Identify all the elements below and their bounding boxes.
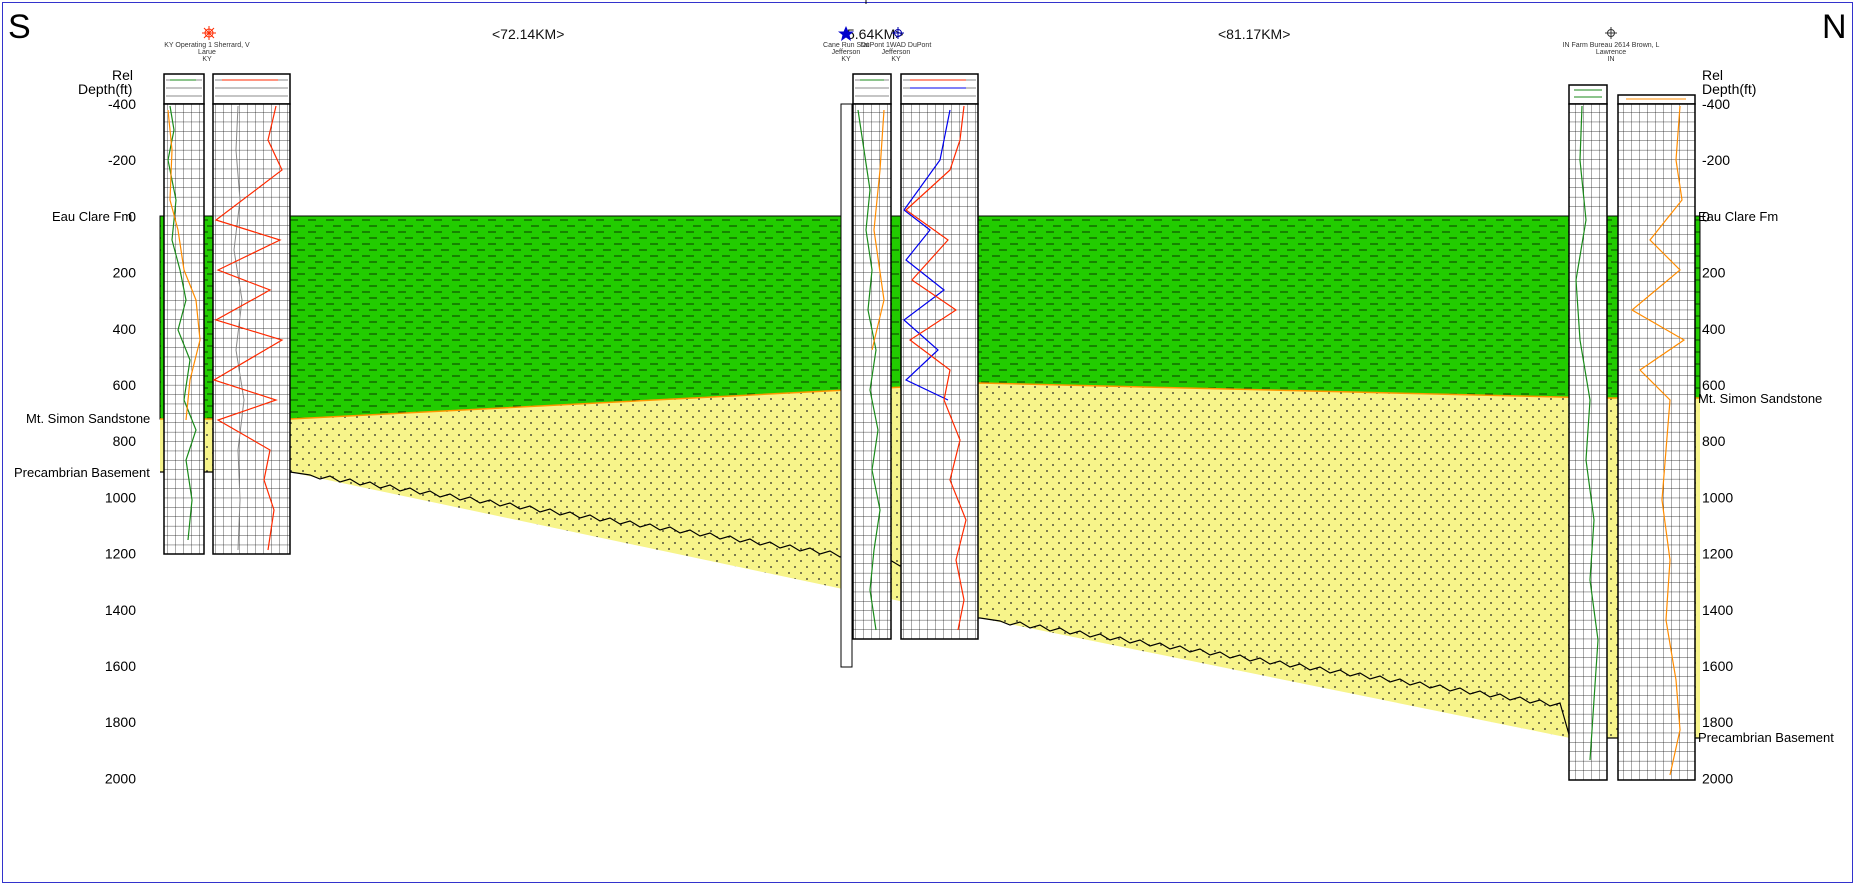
well-1-track2-header — [212, 73, 291, 105]
well-4-county: Lawrence — [1596, 49, 1626, 56]
well-2-depth-track — [840, 103, 853, 668]
left-axis-tick-label: 200 — [113, 265, 137, 281]
south-direction-label: S — [8, 8, 31, 46]
right-axis-title-depth: Depth(ft) — [1702, 81, 1756, 97]
well-4-track1-header — [1568, 84, 1608, 105]
right-axis-tick-label: 2000 — [1702, 770, 1733, 786]
basement-label-left: Precambrian Basement — [14, 465, 150, 480]
distance-label-3: <81.17KM> — [1218, 26, 1290, 42]
well-4-track1 — [1568, 103, 1608, 781]
well-2-track1-header — [852, 73, 892, 105]
well-4-state: IN — [1608, 56, 1615, 63]
right-axis-tick-label: 800 — [1702, 433, 1726, 449]
right-axis-tick-label: 1000 — [1702, 489, 1733, 505]
left-axis-tick-label: 800 — [113, 433, 137, 449]
red-dry-hole-star-icon — [202, 26, 216, 40]
well-2-state: KY — [841, 56, 851, 63]
right-axis-tick-label: 1800 — [1702, 714, 1733, 730]
well-2-track2 — [900, 103, 979, 640]
left-depth-axis: Rel Depth(ft) -400-200020040060080010001… — [78, 67, 136, 786]
well-3-county: Jefferson — [882, 49, 911, 56]
mt-simon-label-right: Mt. Simon Sandstone — [1698, 391, 1822, 406]
mt-simon-label-left: Mt. Simon Sandstone — [26, 411, 150, 426]
right-axis-tick-label: 1400 — [1702, 602, 1733, 618]
dry-hole-icon — [1605, 27, 1617, 39]
well-3-state: KY — [891, 56, 901, 63]
well-2-county: Jefferson — [832, 49, 861, 56]
well-4[interactable]: IN Farm Bureau 2614 Brown, L Lawrence IN — [1563, 27, 1696, 781]
right-axis-tick-label: 1600 — [1702, 658, 1733, 674]
well-3-name: DuPont 1WAD DuPont — [861, 42, 932, 49]
eau-claire-label-left: Eau Clare Fm — [52, 209, 132, 224]
well-1-state: KY — [202, 56, 212, 63]
left-axis-tick-label: 1200 — [105, 546, 136, 562]
left-axis-tick-label: -200 — [108, 152, 136, 168]
well-1[interactable]: KY Operating 1 Sherrard, V Larue KY — [163, 26, 291, 555]
right-axis-tick-label: -400 — [1702, 96, 1730, 112]
well-2-track2-header — [900, 73, 979, 105]
left-axis-title-depth: Depth(ft) — [78, 81, 132, 97]
north-direction-label: N — [1822, 8, 1847, 46]
left-axis-tick-label: 400 — [113, 321, 137, 337]
right-axis-tick-label: 200 — [1702, 265, 1726, 281]
right-axis-tick-label: 400 — [1702, 321, 1726, 337]
left-axis-tick-label: 1800 — [105, 714, 136, 730]
cross-section-diagram: S N <72.14KM> 5.64KM> <81.17KM> Rel Dept… — [8, 0, 1847, 786]
right-depth-axis: Rel Depth(ft) -400-200020040060080010001… — [1702, 67, 1756, 786]
well-2[interactable]: Cane Run Stat Jefferson KY DuPont 1WAD D… — [823, 26, 979, 668]
well-1-county: Larue — [198, 49, 216, 56]
well-1-track2 — [212, 103, 291, 555]
left-axis-tick-label: 1000 — [105, 489, 136, 505]
left-axis-tick-label: 1400 — [105, 602, 136, 618]
well-1-track1-header — [163, 73, 205, 105]
well-2-track1 — [852, 103, 892, 640]
left-axis-tick-label: 1600 — [105, 658, 136, 674]
left-axis-tick-label: 600 — [113, 377, 137, 393]
well-4-track2 — [1617, 103, 1696, 781]
right-axis-tick-label: -200 — [1702, 152, 1730, 168]
basement-label-right: Precambrian Basement — [1698, 730, 1834, 745]
well-1-name: KY Operating 1 Sherrard, V — [164, 42, 250, 49]
left-axis-tick-label: -400 — [108, 96, 136, 112]
right-axis-tick-label: 1200 — [1702, 546, 1733, 562]
distance-label-1: <72.14KM> — [492, 26, 564, 42]
eau-claire-label-right: Eau Clare Fm — [1698, 209, 1778, 224]
well-4-name: IN Farm Bureau 2614 Brown, L — [1563, 42, 1660, 49]
left-axis-tick-label: 2000 — [105, 770, 136, 786]
